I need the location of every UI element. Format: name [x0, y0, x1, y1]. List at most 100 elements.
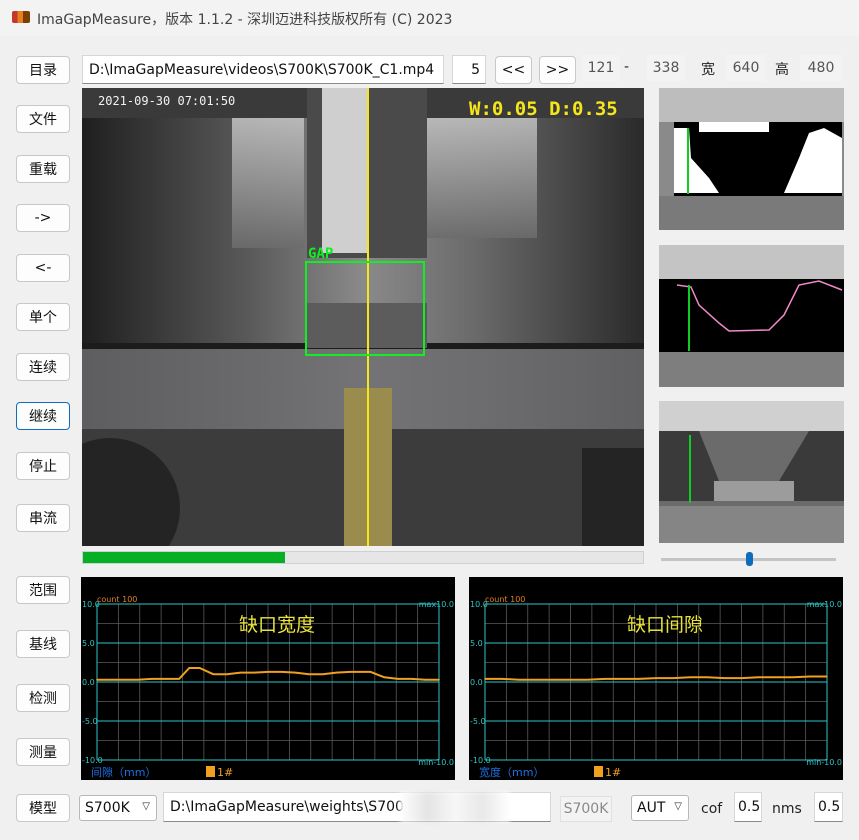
- legend-label: 1#: [217, 766, 233, 779]
- detect-button[interactable]: 检测: [16, 684, 70, 712]
- redacted-region: [400, 792, 510, 822]
- y-tick-label: -10.0: [82, 756, 103, 765]
- data-point: [518, 678, 520, 681]
- window-title: ImaGapMeasure，版本 1.1.2 - 深圳迈进科技版权所有 (C) …: [37, 12, 453, 28]
- chevron-down-icon: ▽: [142, 801, 150, 812]
- data-point: [369, 671, 372, 673]
- video-view[interactable]: 2021-09-30 07:01:50 W:0.05 D:0.35 GAP: [82, 88, 644, 546]
- thumbnail-binary[interactable]: [659, 88, 844, 230]
- y-tick-label: 5.0: [470, 639, 483, 648]
- data-point: [569, 678, 572, 681]
- frame-current: 121: [582, 55, 620, 81]
- height-label: 高: [775, 62, 789, 78]
- next-frame-button[interactable]: >>: [539, 56, 576, 84]
- data-point: [239, 671, 242, 674]
- data-point: [294, 671, 297, 674]
- data-point: [280, 671, 283, 673]
- data-point: [267, 671, 269, 673]
- data-point: [757, 676, 760, 679]
- data-point: [96, 678, 98, 681]
- video-path-input[interactable]: D:\ImaGapMeasure\videos\S700K\S700K_C1.m…: [82, 55, 444, 84]
- legend-swatch: [206, 766, 215, 777]
- stream-button[interactable]: 串流: [16, 504, 70, 532]
- data-point: [253, 671, 256, 674]
- y-tick-label: -5.0: [470, 717, 486, 726]
- y-tick-label: 5.0: [82, 639, 95, 648]
- thumbnail-contour-image: [659, 245, 844, 387]
- min-label: min-10.0: [806, 758, 842, 767]
- min-label: min-10.0: [418, 758, 454, 767]
- cof-label: cof: [701, 801, 723, 817]
- chart-gap-width-svg: 10.05.00.0-5.0-10.0count 100max10.0min-1…: [82, 595, 454, 779]
- range-button[interactable]: 范围: [16, 576, 70, 604]
- y-tick-label: 0.0: [82, 678, 95, 687]
- mode-select-value: AUT: [637, 800, 666, 816]
- data-point: [484, 678, 486, 680]
- axis-label: 间隙（mm）: [91, 765, 156, 779]
- thumbnail-contour[interactable]: [659, 245, 844, 387]
- continuous-button[interactable]: 连续: [16, 353, 70, 381]
- data-point: [809, 675, 811, 678]
- data-point: [349, 671, 351, 673]
- model-readonly: S700K: [560, 796, 612, 822]
- data-point: [164, 678, 167, 680]
- model-button[interactable]: 模型: [16, 794, 70, 822]
- data-point: [501, 678, 503, 680]
- forward-button[interactable]: ->: [16, 204, 70, 232]
- step-input[interactable]: 5: [452, 55, 486, 84]
- app-icon: [12, 11, 30, 23]
- data-point: [621, 678, 623, 680]
- stop-button[interactable]: 停止: [16, 452, 70, 480]
- mode-select[interactable]: AUT ▽: [631, 795, 689, 821]
- data-point: [826, 675, 828, 678]
- baseline-button[interactable]: 基线: [16, 630, 70, 658]
- y-tick-label: -5.0: [82, 717, 98, 726]
- thumbnail-grayscale[interactable]: [659, 401, 844, 543]
- single-button[interactable]: 单个: [16, 303, 70, 331]
- data-point: [410, 678, 413, 680]
- data-point: [198, 667, 201, 669]
- cof-input[interactable]: 0.5: [734, 792, 762, 822]
- data-point: [792, 676, 794, 679]
- roi-label: GAP: [308, 246, 334, 262]
- data-point: [638, 678, 640, 680]
- backward-button[interactable]: <-: [16, 254, 70, 282]
- frame-total: 338: [647, 55, 685, 81]
- chart-gap-clearance-svg: 10.05.00.0-5.0-10.0count 100max10.0min-1…: [470, 595, 842, 779]
- data-point: [424, 678, 427, 681]
- model-select-value: S700K: [85, 800, 130, 816]
- data-point: [552, 678, 555, 681]
- model-select[interactable]: S700K ▽: [79, 795, 157, 821]
- reload-button[interactable]: 重载: [16, 155, 70, 183]
- data-point: [535, 678, 538, 681]
- data-point: [212, 673, 215, 675]
- playback-progress[interactable]: [82, 551, 644, 564]
- data-point: [397, 678, 399, 680]
- nms-label: nms: [772, 801, 802, 817]
- data-point: [586, 678, 589, 681]
- chart-gap-width: 10.0 5.0 0.0 -5.0 -10.0 count 100 max10.0 min-1…: [81, 577, 455, 780]
- data-point: [178, 678, 180, 680]
- frame-separator: -: [624, 59, 630, 75]
- data-point: [438, 678, 440, 681]
- data-point: [383, 676, 386, 679]
- thumbnail-slider-thumb[interactable]: [746, 552, 753, 566]
- chart-title: 缺口宽度: [239, 614, 315, 636]
- chevron-down-icon: ▽: [674, 801, 682, 812]
- playback-progress-fill: [83, 552, 285, 563]
- data-point: [123, 678, 126, 681]
- resume-button[interactable]: 继续: [16, 402, 70, 430]
- prev-frame-button[interactable]: <<: [495, 56, 532, 84]
- file-button[interactable]: 文件: [16, 105, 70, 133]
- data-point: [723, 677, 726, 679]
- max-label: max10.0: [807, 600, 842, 609]
- data-point: [137, 678, 139, 681]
- count-label: count 100: [485, 595, 525, 604]
- nms-input[interactable]: 0.5: [814, 792, 843, 822]
- height-value: 480: [800, 55, 842, 81]
- count-label: count 100: [97, 595, 137, 604]
- directory-button[interactable]: 目录: [16, 56, 70, 84]
- data-point: [109, 678, 112, 681]
- thumbnail-binary-image: [659, 88, 844, 230]
- measure-button[interactable]: 测量: [16, 738, 70, 766]
